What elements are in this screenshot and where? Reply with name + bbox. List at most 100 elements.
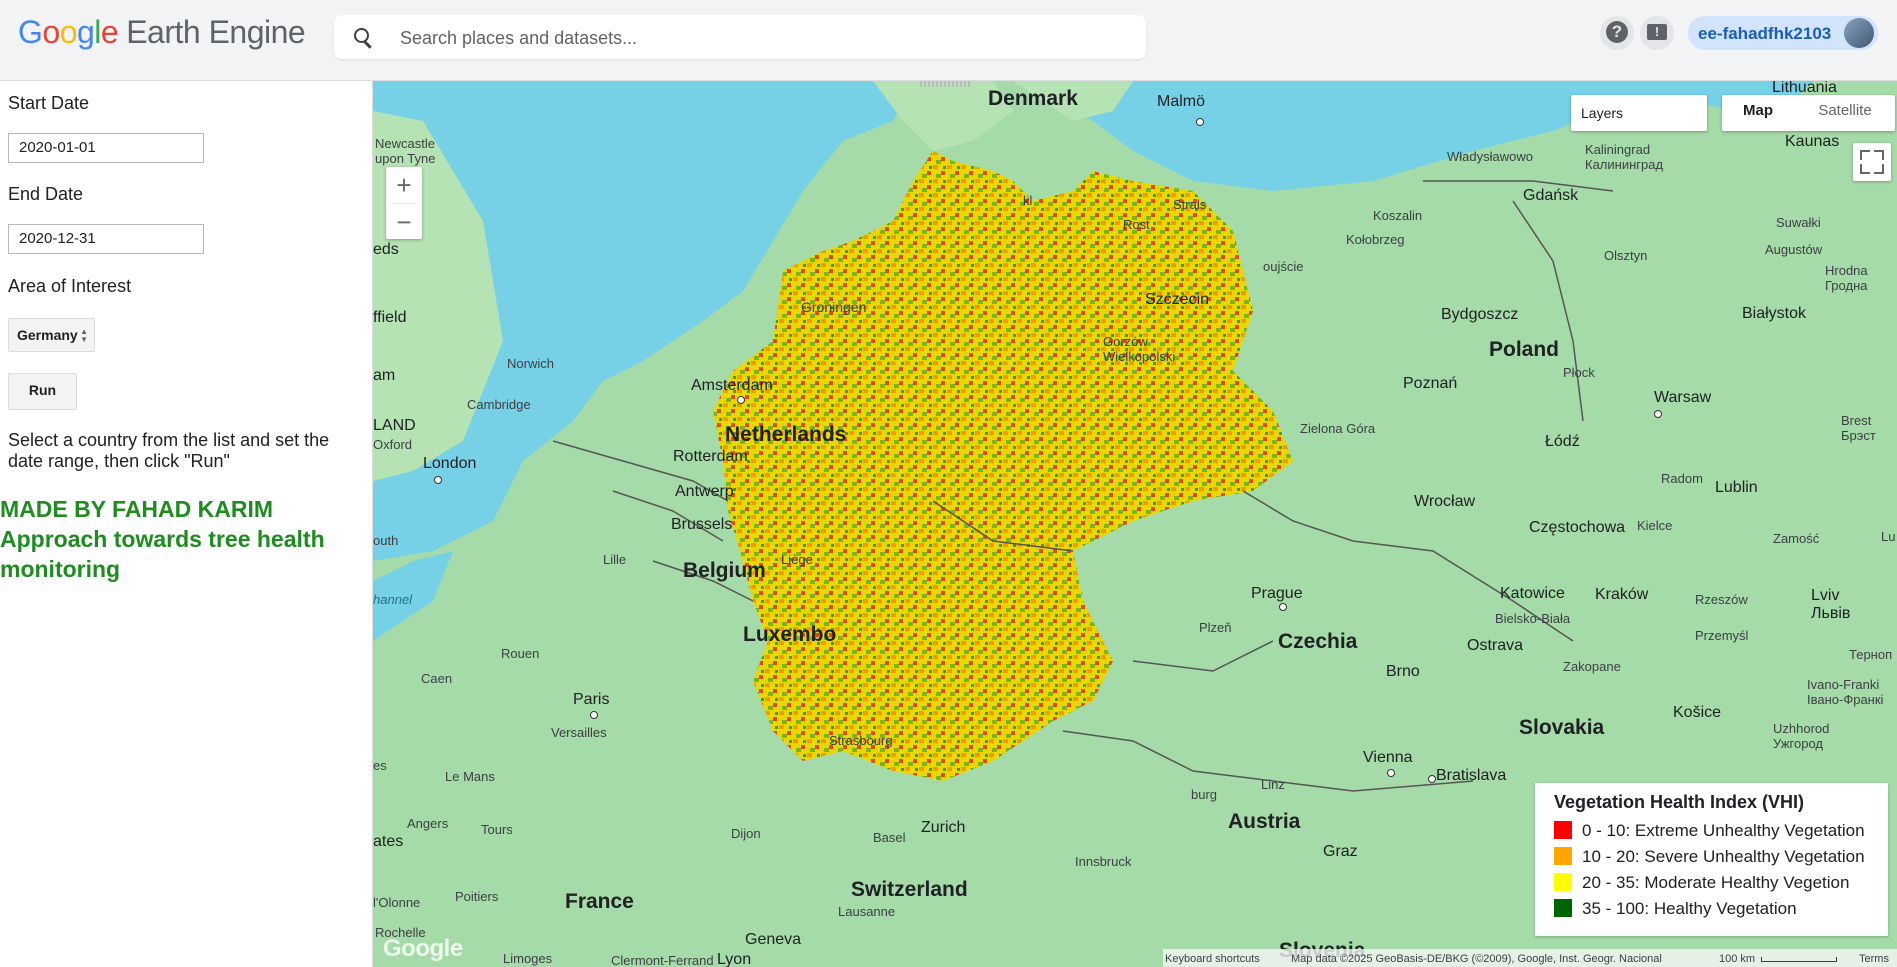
- map-label: Rzeszów: [1695, 592, 1748, 607]
- city-marker: [1428, 775, 1436, 783]
- map-label: France: [565, 890, 634, 913]
- feedback-icon: !: [1647, 24, 1667, 40]
- map-label: Belgium: [683, 559, 766, 582]
- fullscreen-icon: [1874, 164, 1884, 174]
- start-date-input[interactable]: 2020-01-01: [8, 133, 204, 163]
- search-input[interactable]: [398, 23, 1122, 53]
- search-bar[interactable]: [334, 15, 1146, 59]
- map-label: Versailles: [551, 725, 607, 740]
- map-label: Kołobrzeg: [1346, 232, 1405, 247]
- google-logo[interactable]: Google: [383, 935, 463, 963]
- map-label: Paris: [573, 691, 610, 708]
- map-label: Czechia: [1278, 630, 1358, 653]
- map-label: Warsaw: [1654, 389, 1712, 406]
- fullscreen-icon: [1860, 150, 1870, 160]
- map-label: Newcastle upon Tyne: [375, 136, 436, 166]
- city-marker: [590, 711, 598, 719]
- city-marker: [434, 476, 442, 484]
- map-label: eds: [373, 241, 399, 258]
- map-label: Lviv Львів: [1811, 587, 1851, 622]
- map-canvas[interactable]: Denmark Malmö Lithuania Newcastle upon T…: [373, 81, 1897, 967]
- map-label: oujście: [1263, 259, 1304, 274]
- map-label: Gdańsk: [1523, 187, 1579, 204]
- legend-swatch: [1554, 899, 1572, 917]
- country-select[interactable]: Germany ▲ ▼: [8, 318, 95, 352]
- end-date-label: End Date: [8, 184, 84, 204]
- legend-label: 0 - 10: Extreme Unhealthy Vegetation: [1582, 821, 1865, 840]
- app-header: GoogleEarth Engine ? ! ee-fahadfhk2103: [0, 0, 1897, 81]
- map-label: Przemyśl: [1695, 628, 1749, 643]
- map-label: Austria: [1228, 810, 1301, 833]
- map-label: Prague: [1251, 585, 1303, 602]
- map-label: Angers: [407, 816, 449, 831]
- terms-link[interactable]: Terms: [1859, 953, 1889, 965]
- map-data-attribution: Map data ©2025 GeoBasis-DE/BKG (©2009), …: [1291, 953, 1662, 965]
- map-label: Strals: [1173, 197, 1207, 212]
- map-label: Plzeň: [1199, 620, 1232, 635]
- logo-letter: e: [100, 14, 119, 50]
- map-label: Rotterdam: [673, 448, 748, 465]
- map-label: Norwich: [507, 356, 554, 371]
- map-label: Augustów: [1765, 242, 1823, 257]
- start-date-label: Start Date: [8, 93, 90, 113]
- logo-letter: G: [18, 14, 43, 50]
- map-type-map-button[interactable]: Map: [1722, 95, 1794, 131]
- map-label: Tours: [481, 822, 513, 837]
- map-label: Hrodna Гродна: [1825, 263, 1868, 293]
- earth-engine-logo[interactable]: Google Earth Engine: [18, 14, 306, 51]
- map-type-satellite-button[interactable]: Satellite: [1795, 95, 1895, 131]
- map-label: Lublin: [1715, 479, 1758, 496]
- avatar[interactable]: [1844, 18, 1874, 48]
- help-icon: ?: [1606, 21, 1628, 43]
- map-label: Denmark: [988, 87, 1078, 110]
- logo-letter: l: [94, 14, 101, 50]
- zoom-out-button[interactable]: −: [386, 204, 422, 240]
- map-footer: Google Keyboard shortcuts Map data ©2025…: [373, 935, 1897, 967]
- panel-resize-handle[interactable]: [920, 81, 972, 87]
- map-label: Antwerp: [675, 483, 734, 500]
- map-label: Kielce: [1637, 518, 1673, 533]
- map-label: Koszalin: [1373, 208, 1423, 223]
- map-label: Brest Брэст: [1841, 413, 1876, 443]
- map-label: Brussels: [671, 516, 733, 533]
- map-label: Amsterdam: [691, 377, 773, 394]
- map-label: Kaliningrad Калининград: [1585, 142, 1664, 172]
- map-label: Rost: [1123, 217, 1150, 232]
- map-label: London: [423, 455, 477, 472]
- scale-label: 100 km: [1719, 953, 1756, 965]
- legend-label: 35 - 100: Healthy Vegetation: [1582, 899, 1797, 918]
- logo-product-name: Earth Engine: [126, 14, 306, 50]
- map-label: Zurich: [921, 819, 966, 836]
- country-select-value: Germany: [17, 327, 78, 343]
- map-label: kl: [1023, 193, 1033, 208]
- map-label: Ivano-Franki Івано-Франкі: [1807, 677, 1884, 707]
- map-label: es: [373, 758, 387, 773]
- map-label: Szczecin: [1145, 291, 1210, 308]
- run-button[interactable]: Run: [8, 373, 77, 410]
- zoom-in-button[interactable]: +: [386, 167, 422, 203]
- help-button[interactable]: ?: [1600, 16, 1634, 50]
- map-label: Malmö: [1157, 93, 1206, 110]
- map-label: Bratislava: [1436, 767, 1507, 784]
- logo-letter: g: [76, 14, 95, 50]
- map-label: Łódź: [1545, 433, 1580, 450]
- keyboard-shortcuts-link[interactable]: Keyboard shortcuts: [1165, 953, 1260, 965]
- end-date-input[interactable]: 2020-12-31: [8, 224, 204, 254]
- city-marker: [1654, 410, 1662, 418]
- layers-button[interactable]: Layers: [1571, 95, 1707, 131]
- map-label: Switzerland: [851, 878, 968, 901]
- account-chip[interactable]: ee-fahadfhk2103: [1688, 16, 1878, 50]
- map-label: Bielsko-Biała: [1495, 611, 1571, 626]
- city-marker: [1279, 603, 1287, 611]
- map-label: Liège: [781, 552, 813, 567]
- map-label: hannel: [373, 592, 413, 607]
- legend-swatch: [1554, 847, 1572, 865]
- map-label: Geneva: [745, 931, 802, 948]
- map-label: Lille: [603, 552, 627, 567]
- control-panel: Start Date 2020-01-01 End Date 2020-12-3…: [0, 81, 373, 967]
- map-label: Poland: [1489, 338, 1560, 361]
- search-icon: [352, 26, 374, 49]
- map-label: LAND: [373, 417, 416, 434]
- fullscreen-button[interactable]: [1853, 143, 1891, 181]
- feedback-button[interactable]: !: [1640, 16, 1674, 50]
